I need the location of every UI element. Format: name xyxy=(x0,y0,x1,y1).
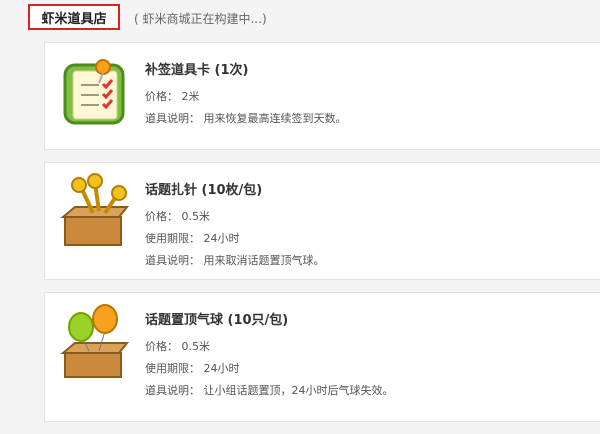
item-info: 话题置顶气球 (10只/包) 价格： 0.5米 使用期限： 24小时 道具说明：… xyxy=(145,309,394,402)
checklist-card-icon xyxy=(55,53,135,133)
desc-label: 道具说明： xyxy=(145,112,200,125)
shop-header: 虾米道具店 ( 虾米商城正在构建中...) xyxy=(0,0,600,38)
price-value: 0.5米 xyxy=(181,340,211,353)
desc-label: 道具说明： xyxy=(145,384,200,397)
desc-value: 让小组话题置顶，24小时后气球失效。 xyxy=(203,384,394,397)
period-label: 使用期限： xyxy=(145,232,200,245)
item-period-line: 使用期限： 24小时 xyxy=(145,358,394,380)
price-label: 价格： xyxy=(145,340,178,353)
desc-label: 道具说明： xyxy=(145,254,200,267)
item-card-resign-card[interactable]: 补签道具卡 (1次) 价格： 2米 道具说明： 用来恢复最高连续签到天数。 xyxy=(44,42,600,150)
item-card-topic-pins[interactable]: 话题扎针 (10枚/包) 价格： 0.5米 使用期限： 24小时 道具说明： 用… xyxy=(44,162,600,280)
shop-note: ( 虾米商城正在构建中...) xyxy=(134,12,267,26)
item-card-topic-balloons[interactable]: 话题置顶气球 (10只/包) 价格： 0.5米 使用期限： 24小时 道具说明：… xyxy=(44,292,600,422)
shop-title: 虾米道具店 xyxy=(41,11,107,27)
period-value: 24小时 xyxy=(203,232,240,245)
item-price-line: 价格： 2米 xyxy=(145,86,347,108)
item-desc-line: 道具说明： 用来恢复最高连续签到天数。 xyxy=(145,108,347,130)
item-desc-line: 道具说明： 用来取消话题置顶气球。 xyxy=(145,250,325,272)
desc-value: 用来取消话题置顶气球。 xyxy=(203,254,325,267)
item-list: 补签道具卡 (1次) 价格： 2米 道具说明： 用来恢复最高连续签到天数。 话题… xyxy=(44,42,600,434)
item-name: 话题扎针 (10枚/包) xyxy=(145,183,263,198)
price-label: 价格： xyxy=(145,90,178,103)
period-label: 使用期限： xyxy=(145,362,200,375)
pins-box-icon xyxy=(55,173,135,253)
desc-value: 用来恢复最高连续签到天数。 xyxy=(203,112,347,125)
item-name: 话题置顶气球 (10只/包) xyxy=(145,313,289,328)
item-price-line: 价格： 0.5米 xyxy=(145,206,325,228)
period-value: 24小时 xyxy=(203,362,240,375)
price-value: 2米 xyxy=(181,90,200,103)
item-period-line: 使用期限： 24小时 xyxy=(145,228,325,250)
item-info: 补签道具卡 (1次) 价格： 2米 道具说明： 用来恢复最高连续签到天数。 xyxy=(145,59,347,130)
shop-title-tab[interactable]: 虾米道具店 xyxy=(28,4,120,30)
price-label: 价格： xyxy=(145,210,178,223)
item-price-line: 价格： 0.5米 xyxy=(145,336,394,358)
item-info: 话题扎针 (10枚/包) 价格： 0.5米 使用期限： 24小时 道具说明： 用… xyxy=(145,179,325,272)
item-name: 补签道具卡 (1次) xyxy=(145,63,249,78)
item-desc-line: 道具说明： 让小组话题置顶，24小时后气球失效。 xyxy=(145,380,394,402)
price-value: 0.5米 xyxy=(181,210,211,223)
balloons-box-icon xyxy=(55,303,135,383)
